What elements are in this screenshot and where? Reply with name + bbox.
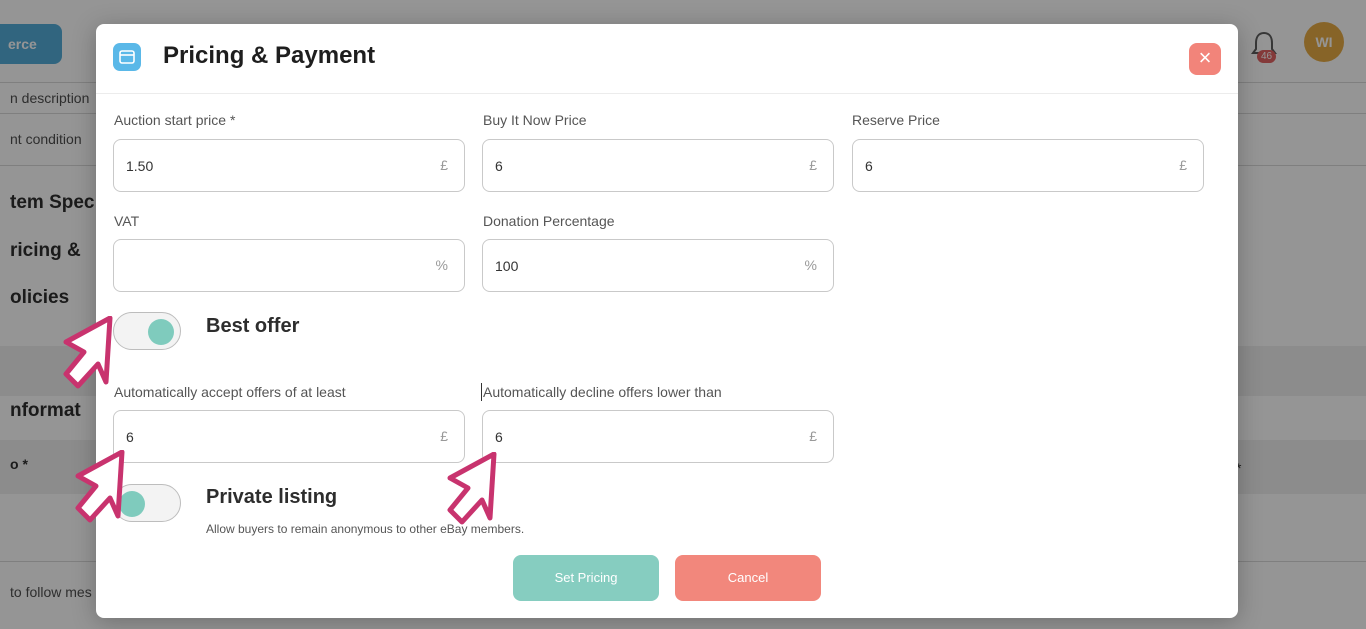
auction-start-price-field[interactable]: £ <box>113 139 465 192</box>
close-button[interactable]: × <box>1189 43 1221 75</box>
buy-it-now-price-field[interactable]: £ <box>482 139 834 192</box>
buy-it-now-price-label: Buy It Now Price <box>483 112 587 128</box>
pound-icon: £ <box>809 428 817 444</box>
auto-decline-field[interactable]: £ <box>482 410 834 463</box>
auction-start-price-label: Auction start price * <box>114 112 236 128</box>
percent-icon: % <box>435 257 448 273</box>
vat-input[interactable] <box>126 240 426 291</box>
pointer-arrow-icon <box>447 452 497 525</box>
vat-label: VAT <box>114 213 140 229</box>
auto-accept-input[interactable] <box>126 411 426 462</box>
buy-it-now-price-input[interactable] <box>495 140 795 191</box>
best-offer-label: Best offer <box>206 315 300 337</box>
modal-title: Pricing & Payment <box>163 42 376 69</box>
private-listing-label: Private listing <box>206 486 338 508</box>
reserve-price-field[interactable]: £ <box>852 139 1204 192</box>
pound-icon: £ <box>1179 157 1187 173</box>
pound-icon: £ <box>440 428 448 444</box>
close-icon: × <box>1198 45 1212 70</box>
toggle-knob <box>148 319 174 345</box>
auto-accept-field[interactable]: £ <box>113 410 465 463</box>
vat-field[interactable]: % <box>113 239 465 292</box>
modal-header: Pricing & Payment × <box>96 24 1238 94</box>
set-pricing-button[interactable]: Set Pricing <box>513 555 659 601</box>
pointer-arrow-icon <box>75 450 125 523</box>
reserve-price-input[interactable] <box>865 140 1165 191</box>
percent-icon: % <box>804 257 817 273</box>
text-cursor <box>481 383 482 401</box>
pricing-payment-modal: Pricing & Payment × Auction start price … <box>96 24 1238 618</box>
pound-icon: £ <box>440 157 448 173</box>
pound-icon: £ <box>809 157 817 173</box>
donation-percentage-input[interactable] <box>495 240 795 291</box>
reserve-price-label: Reserve Price <box>852 112 940 128</box>
auto-accept-label: Automatically accept offers of at least <box>114 384 346 400</box>
auto-decline-input[interactable] <box>495 411 795 462</box>
cancel-button[interactable]: Cancel <box>675 555 821 601</box>
donation-percentage-label: Donation Percentage <box>483 213 615 229</box>
card-icon <box>113 43 141 71</box>
pointer-arrow-icon <box>63 316 113 389</box>
auto-decline-label: Automatically decline offers lower than <box>483 384 722 400</box>
auction-start-price-input[interactable] <box>126 140 426 191</box>
donation-percentage-field[interactable]: % <box>482 239 834 292</box>
